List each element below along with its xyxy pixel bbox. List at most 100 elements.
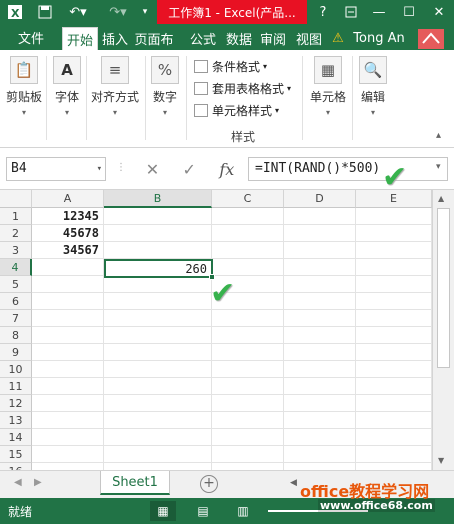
cell-c1[interactable] (212, 208, 284, 225)
cell-e2[interactable] (356, 225, 432, 242)
cell-d12[interactable] (284, 395, 356, 412)
cell-a13[interactable] (32, 412, 104, 429)
cell-b5[interactable] (104, 276, 212, 293)
cell-a5[interactable] (32, 276, 104, 293)
cell-d16[interactable] (284, 463, 356, 470)
column-header-a[interactable]: A (32, 190, 104, 208)
cell-e14[interactable] (356, 429, 432, 446)
warning-icon[interactable]: ⚠ (330, 27, 346, 50)
cell-a9[interactable] (32, 344, 104, 361)
cancel-icon[interactable]: ✕ (146, 160, 159, 179)
editing-group[interactable]: 🔍 编辑 ▾ (356, 56, 390, 117)
cell-d1[interactable] (284, 208, 356, 225)
cell-b16[interactable] (104, 463, 212, 470)
cell-c8[interactable] (212, 327, 284, 344)
cell-e4[interactable] (356, 259, 432, 276)
insert-function-icon[interactable]: fx (219, 160, 234, 179)
undo-icon[interactable]: ↶▾ (64, 2, 92, 22)
cell-e6[interactable] (356, 293, 432, 310)
help-icon[interactable]: ? (314, 2, 332, 22)
cell-e15[interactable] (356, 446, 432, 463)
ribbon-display-options-icon[interactable] (342, 2, 360, 22)
cell-a11[interactable] (32, 378, 104, 395)
cell-a12[interactable] (32, 395, 104, 412)
cell-e9[interactable] (356, 344, 432, 361)
cell-c14[interactable] (212, 429, 284, 446)
cell-d11[interactable] (284, 378, 356, 395)
cell-e5[interactable] (356, 276, 432, 293)
cell-a2[interactable]: 45678 (32, 225, 104, 242)
cell-b9[interactable] (104, 344, 212, 361)
cell-c3[interactable] (212, 242, 284, 259)
excel-app-icon[interactable]: X (4, 2, 26, 22)
column-header-b[interactable]: B (104, 190, 212, 208)
cell-b6[interactable] (104, 293, 212, 310)
minimize-icon[interactable]: — (368, 2, 390, 22)
cell-e10[interactable] (356, 361, 432, 378)
row-header-9[interactable]: 9 (0, 344, 32, 361)
tab-formulas[interactable]: 公式 (188, 27, 218, 50)
row-header-13[interactable]: 13 (0, 412, 32, 429)
row-header-4[interactable]: 4 (0, 259, 32, 276)
row-header-3[interactable]: 3 (0, 242, 32, 259)
cell-d6[interactable] (284, 293, 356, 310)
cell-a16[interactable] (32, 463, 104, 470)
quick-access-customize-icon[interactable]: ▾ (138, 2, 152, 22)
cell-a3[interactable]: 34567 (32, 242, 104, 259)
cell-d8[interactable] (284, 327, 356, 344)
cell-d15[interactable] (284, 446, 356, 463)
row-header-1[interactable]: 1 (0, 208, 32, 225)
cell-a10[interactable] (32, 361, 104, 378)
scroll-down-icon[interactable]: ▼ (438, 456, 444, 465)
tab-page-layout[interactable]: 页面布 (132, 27, 176, 50)
horizontal-scroll-left-icon[interactable]: ◀ (290, 478, 297, 488)
conditional-formatting-button[interactable]: 条件格式 ▾ (194, 56, 267, 76)
row-header-11[interactable]: 11 (0, 378, 32, 395)
user-avatar-icon[interactable] (416, 27, 446, 50)
format-as-table-button[interactable]: 套用表格格式 ▾ (194, 78, 291, 98)
cell-b12[interactable] (104, 395, 212, 412)
formula-input[interactable]: =INT(RAND()*500) (248, 157, 448, 181)
font-group[interactable]: A 字体 ▾ (50, 56, 84, 117)
close-icon[interactable]: ✕ (428, 2, 450, 22)
cell-d3[interactable] (284, 242, 356, 259)
tab-home[interactable]: 开始 (62, 27, 98, 50)
cell-d13[interactable] (284, 412, 356, 429)
row-header-15[interactable]: 15 (0, 446, 32, 463)
cell-b14[interactable] (104, 429, 212, 446)
cell-a1[interactable]: 12345 (32, 208, 104, 225)
cell-styles-button[interactable]: 单元格样式 ▾ (194, 100, 279, 120)
tab-file[interactable]: 文件 (0, 24, 62, 50)
vertical-scrollbar[interactable]: ▲ ▼ (432, 190, 454, 470)
page-break-view-icon[interactable]: ▥ (230, 501, 256, 521)
cell-c4[interactable] (212, 259, 284, 276)
cell-b8[interactable] (104, 327, 212, 344)
sheet-nav-next-icon[interactable]: ▶ (34, 477, 42, 488)
cell-d7[interactable] (284, 310, 356, 327)
cell-e12[interactable] (356, 395, 432, 412)
row-header-14[interactable]: 14 (0, 429, 32, 446)
scroll-thumb[interactable] (437, 208, 450, 368)
sheet-tab-sheet1[interactable]: Sheet1 (100, 471, 170, 495)
cell-b13[interactable] (104, 412, 212, 429)
clipboard-group[interactable]: 📋 剪贴板 ▾ (4, 56, 44, 117)
cell-a8[interactable] (32, 327, 104, 344)
cells-group[interactable]: ▦ 单元格 ▾ (306, 56, 350, 117)
formula-bar-grip[interactable]: ⋮ (116, 162, 126, 173)
cell-c12[interactable] (212, 395, 284, 412)
cell-c11[interactable] (212, 378, 284, 395)
redo-icon[interactable]: ↷▾ (104, 2, 132, 22)
add-sheet-button[interactable]: + (200, 475, 218, 493)
tab-view[interactable]: 视图 (294, 27, 324, 50)
cell-a7[interactable] (32, 310, 104, 327)
cell-e13[interactable] (356, 412, 432, 429)
expand-formula-icon[interactable]: ▾ (436, 162, 441, 172)
cell-b2[interactable] (104, 225, 212, 242)
cell-e1[interactable] (356, 208, 432, 225)
number-group[interactable]: % 数字 ▾ (148, 56, 182, 117)
chevron-down-icon[interactable]: ▾ (97, 158, 102, 180)
cell-d9[interactable] (284, 344, 356, 361)
cell-b4[interactable]: 260 (104, 259, 213, 278)
cell-e3[interactable] (356, 242, 432, 259)
scroll-up-icon[interactable]: ▲ (438, 194, 444, 203)
